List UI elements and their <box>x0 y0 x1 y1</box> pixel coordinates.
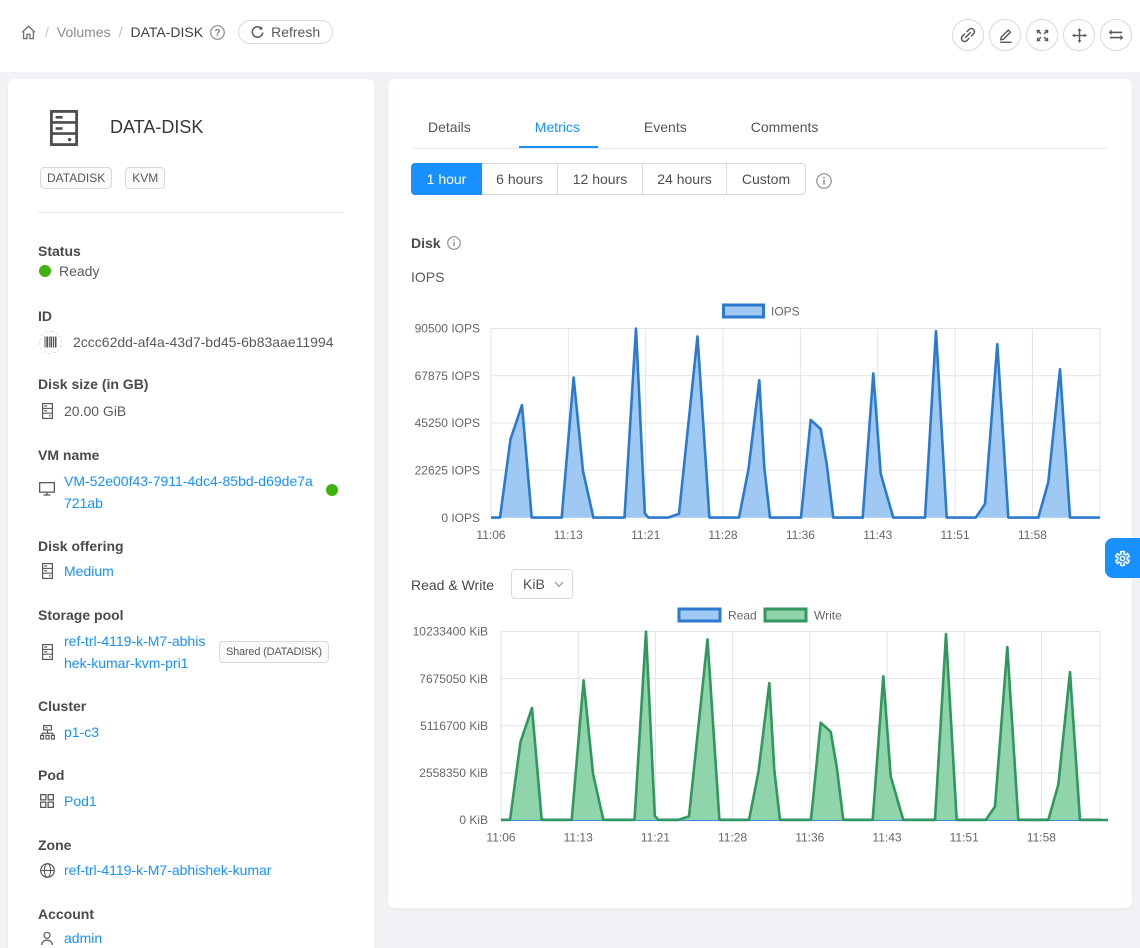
svg-text:11:28: 11:28 <box>708 528 737 542</box>
svg-text:90500 IOPS: 90500 IOPS <box>415 322 480 336</box>
svg-text:0 KiB: 0 KiB <box>459 813 488 827</box>
svg-text:11:21: 11:21 <box>641 831 670 845</box>
svg-text:11:51: 11:51 <box>950 831 979 845</box>
svg-text:11:13: 11:13 <box>554 528 583 542</box>
svg-text:2558350 KiB: 2558350 KiB <box>419 766 488 780</box>
svg-text:11:28: 11:28 <box>718 831 747 845</box>
svg-text:11:13: 11:13 <box>564 831 593 845</box>
svg-text:7675050 KiB: 7675050 KiB <box>419 672 488 686</box>
svg-text:5116700 KiB: 5116700 KiB <box>420 719 488 733</box>
svg-text:11:43: 11:43 <box>863 528 892 542</box>
svg-text:?: ? <box>215 28 221 39</box>
svg-text:Write: Write <box>814 609 842 623</box>
svg-text:IOPS: IOPS <box>771 305 800 319</box>
svg-text:11:06: 11:06 <box>486 831 515 845</box>
svg-text:10233400 KiB: 10233400 KiB <box>413 625 488 639</box>
svg-text:22625 IOPS: 22625 IOPS <box>415 464 480 478</box>
svg-text:11:51: 11:51 <box>941 528 970 542</box>
svg-text:Read: Read <box>728 609 757 623</box>
svg-text:11:43: 11:43 <box>872 831 901 845</box>
svg-text:45250 IOPS: 45250 IOPS <box>415 416 480 430</box>
svg-text:11:36: 11:36 <box>786 528 815 542</box>
svg-text:67875 IOPS: 67875 IOPS <box>415 369 480 383</box>
svg-text:11:58: 11:58 <box>1027 831 1056 845</box>
svg-text:11:06: 11:06 <box>476 528 505 542</box>
svg-text:0 IOPS: 0 IOPS <box>441 511 480 525</box>
svg-text:11:58: 11:58 <box>1018 528 1047 542</box>
svg-text:11:36: 11:36 <box>795 831 824 845</box>
svg-text:11:21: 11:21 <box>631 528 660 542</box>
